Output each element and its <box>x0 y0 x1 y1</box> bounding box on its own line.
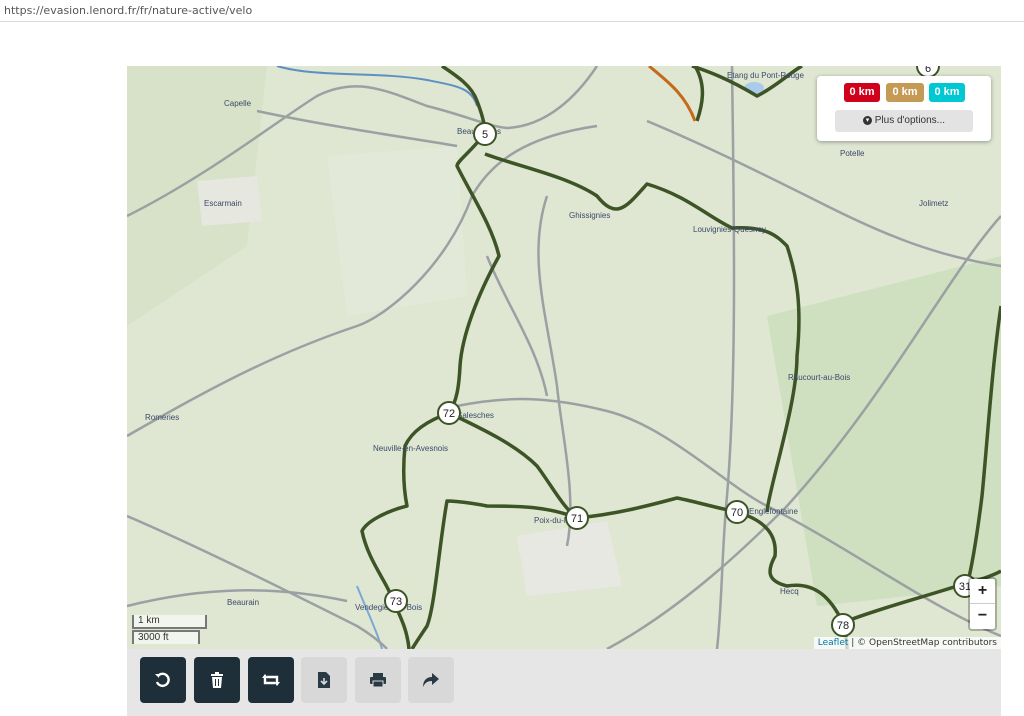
delete-button[interactable] <box>194 657 240 703</box>
place-label: Jolimetz <box>919 199 948 208</box>
place-label: Neuville-en-Avesnois <box>373 444 448 453</box>
place-label: Louvignies-Quesnoy <box>693 225 766 234</box>
map-container[interactable]: Capelle Escarmain Romeries Neuville-en-A… <box>127 66 1001 649</box>
place-label: Escarmain <box>204 199 242 208</box>
place-label: Ghissignies <box>569 211 610 220</box>
route-node-label: 78 <box>837 620 849 632</box>
place-label: Salesches <box>457 411 494 420</box>
place-label: Englefontaine <box>749 507 798 516</box>
route-node[interactable]: 70 <box>725 500 749 524</box>
route-node-label: 72 <box>443 408 455 420</box>
route-node[interactable]: 73 <box>384 589 408 613</box>
place-label: Raucourt-au-Bois <box>788 373 850 382</box>
map-tiles[interactable]: Capelle Escarmain Romeries Neuville-en-A… <box>127 66 1001 649</box>
place-label: Potelle <box>840 149 865 158</box>
attribution-separator: | © <box>848 638 870 648</box>
reverse-route-button[interactable] <box>248 657 294 703</box>
url-text[interactable]: https://evasion.lenord.fr/fr/nature-acti… <box>4 4 252 17</box>
distance-badge-cyan: 0 km <box>929 83 965 102</box>
map-attribution: Leaflet | © OpenStreetMap contributors <box>813 637 1001 649</box>
place-label: Capelle <box>224 99 252 108</box>
route-node[interactable]: 5 <box>473 122 497 146</box>
print-button[interactable] <box>355 657 401 703</box>
retweet-icon <box>262 674 280 686</box>
place-label: Beaurain <box>227 598 259 607</box>
route-node-label: 73 <box>390 596 402 608</box>
route-node[interactable]: 72 <box>437 401 461 425</box>
route-node-label: 5 <box>482 129 488 141</box>
share-icon <box>423 673 439 687</box>
trash-icon <box>211 672 223 688</box>
print-icon <box>370 673 386 688</box>
osm-link[interactable]: OpenStreetMap contributors <box>869 638 997 648</box>
browser-address-bar[interactable]: https://evasion.lenord.fr/fr/nature-acti… <box>0 0 1024 22</box>
zoom-out-button[interactable]: − <box>970 604 995 629</box>
scale-bar-imperial: 3000 ft <box>132 630 200 644</box>
place-label: Hecq <box>780 587 799 596</box>
file-download-icon <box>318 672 330 688</box>
undo-icon <box>155 672 170 688</box>
route-node[interactable]: 78 <box>831 613 855 637</box>
field-area <box>327 146 467 316</box>
more-options-label: Plus d'options... <box>874 115 946 126</box>
route-node-label: 70 <box>731 507 743 519</box>
route-node-label: 71 <box>571 513 583 525</box>
zoom-in-button[interactable]: + <box>970 579 995 604</box>
distance-badge-tan: 0 km <box>886 83 924 102</box>
route-toolbar <box>127 649 1001 716</box>
zoom-control: + − <box>968 577 997 631</box>
distance-options-panel: 0 km 0 km 0 km ▾ Plus d'options... <box>817 76 991 141</box>
place-label: Etang du Pont-Rouge <box>727 71 804 80</box>
undo-button[interactable] <box>140 657 186 703</box>
download-gpx-button[interactable] <box>301 657 347 703</box>
route-node-label: 6 <box>925 66 931 75</box>
chevron-circle-down-icon: ▾ <box>862 115 872 125</box>
distance-badge-red: 0 km <box>844 83 880 102</box>
share-button[interactable] <box>408 657 454 703</box>
place-label: Romeries <box>145 413 179 422</box>
leaflet-link[interactable]: Leaflet <box>818 638 849 648</box>
route-node[interactable]: 71 <box>565 506 589 530</box>
scale-bar-metric: 1 km <box>132 615 207 629</box>
more-options-button[interactable]: ▾ Plus d'options... <box>835 110 973 132</box>
